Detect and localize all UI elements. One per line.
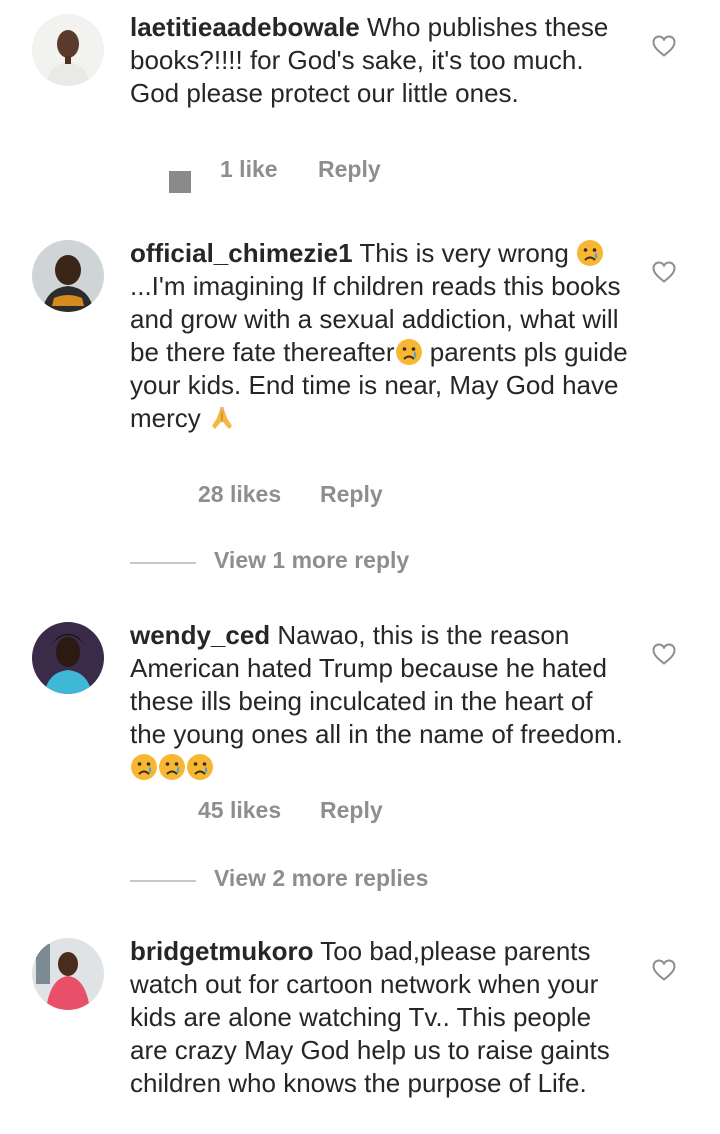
folded-hands-emoji <box>208 404 236 432</box>
likes-count[interactable]: 45 likes <box>198 797 281 824</box>
heart-outline-icon[interactable] <box>652 35 676 57</box>
divider-line <box>130 562 196 564</box>
reply-button[interactable]: Reply <box>320 797 383 824</box>
avatar[interactable] <box>32 240 104 312</box>
comment-text: official_chimezie1 This is very wrong ..… <box>130 237 630 435</box>
reply-button[interactable]: Reply <box>320 481 383 508</box>
comment-text: wendy_ced Nawao, this is the reason Amer… <box>130 619 630 784</box>
comment-text: bridgetmukoro Too bad,please parents wat… <box>130 935 630 1100</box>
comment-username[interactable]: bridgetmukoro <box>130 936 313 966</box>
avatar[interactable] <box>32 622 104 694</box>
comment-username[interactable]: laetitieaadebowale <box>130 12 360 42</box>
comment-body-part-1: This is very wrong <box>359 238 577 268</box>
view-more-label[interactable]: View 2 more replies <box>214 865 428 892</box>
crying-face-emoji <box>576 239 604 267</box>
divider-line <box>130 880 196 882</box>
comment-username[interactable]: wendy_ced <box>130 620 270 650</box>
heart-outline-icon[interactable] <box>652 261 676 283</box>
crying-face-emoji <box>186 753 214 781</box>
view-more-label[interactable]: View 1 more reply <box>214 547 409 574</box>
comment-text: laetitieaadebowale Who publishes these b… <box>130 11 630 110</box>
image-artifact <box>169 171 191 193</box>
crying-face-emoji <box>130 753 158 781</box>
crying-face-emoji <box>395 338 423 366</box>
avatar[interactable] <box>32 938 104 1010</box>
likes-count[interactable]: 28 likes <box>198 481 281 508</box>
heart-outline-icon[interactable] <box>652 643 676 665</box>
heart-outline-icon[interactable] <box>652 959 676 981</box>
likes-count[interactable]: 1 like <box>220 156 278 183</box>
avatar[interactable] <box>32 14 104 86</box>
comment-username[interactable]: official_chimezie1 <box>130 238 353 268</box>
crying-face-emoji <box>158 753 186 781</box>
reply-button[interactable]: Reply <box>318 156 381 183</box>
